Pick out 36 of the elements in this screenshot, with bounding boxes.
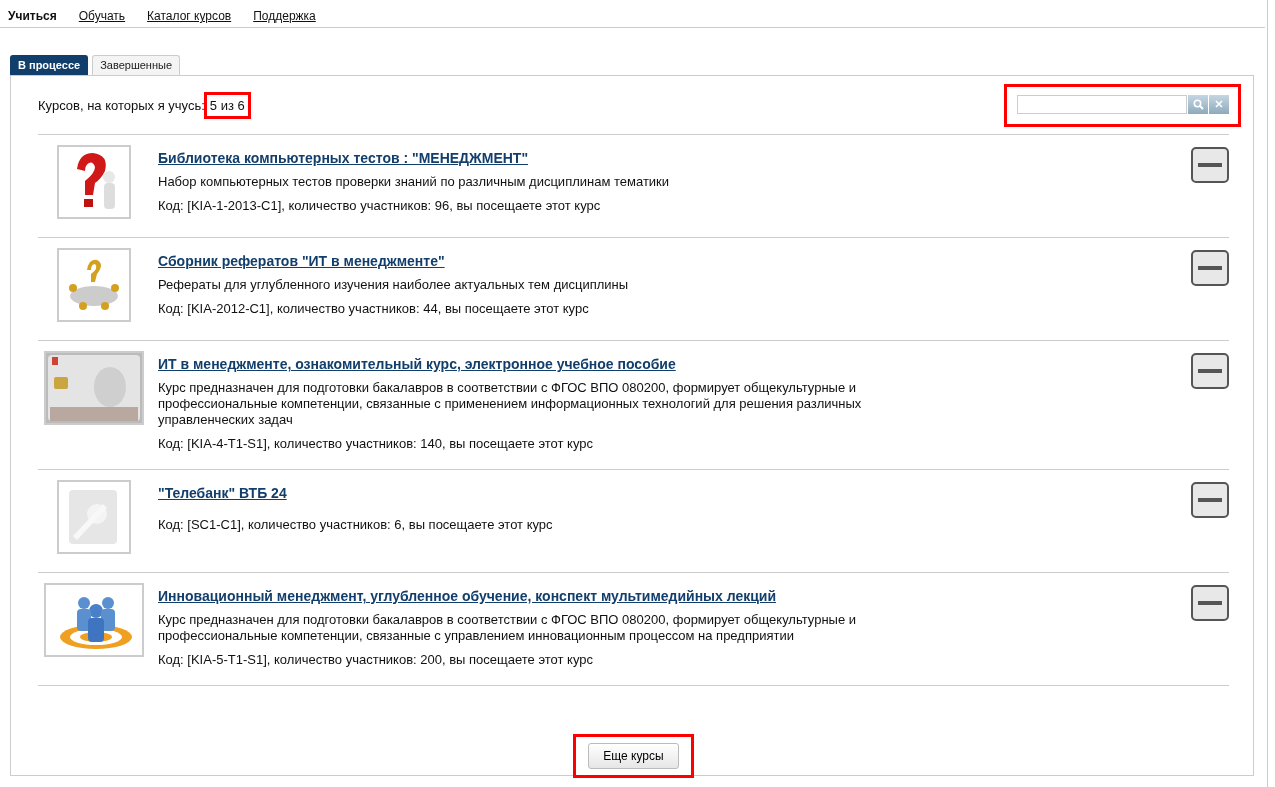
close-icon bbox=[1215, 100, 1223, 108]
course-meta: Код: [KIA-2012-C1], количество участников: 44, вы посещаете этот курс bbox=[158, 301, 590, 316]
minus-icon bbox=[1198, 266, 1222, 270]
search-icon bbox=[1192, 98, 1204, 110]
course-description: Курс предназначен для подготовки бакалавров в соответствии с ФГОС ВПО 080200, формирует общекультурные и профессиональные компетенции, связанные с применением информационных технологий для решения различных управленческих задач bbox=[158, 380, 863, 428]
course-title-link[interactable]: ИТ в менеджменте, ознакомительный курс, электронное учебное пособие bbox=[158, 356, 676, 372]
tab[interactable]: В процессе bbox=[10, 55, 89, 75]
unenroll-button[interactable] bbox=[1191, 147, 1229, 183]
course-title-link[interactable]: Инновационный менеджмент, углубленное обучение, конспект мультимедийных лекций bbox=[158, 588, 777, 604]
course-meta: Код: [KIA-4-T1-S1], количество участников: 140, вы посещаете этот курс bbox=[158, 436, 595, 451]
course-meta: Код: [KIA-1-2013-C1], количество участников: 96, вы посещаете этот курс bbox=[158, 198, 602, 213]
course-description: Рефераты для углубленного изучения наиболее актуальных тем дисциплины bbox=[158, 277, 630, 293]
search-field[interactable] bbox=[1017, 94, 1187, 114]
tab[interactable]: Завершенные bbox=[92, 55, 180, 75]
minus-icon bbox=[1198, 163, 1222, 167]
nav-link[interactable]: Учиться bbox=[8, 9, 57, 23]
course-description: Курс предназначен для подготовки бакалавров в соответствии с ФГОС ВПО 080200, формирует общекультурные и профессиональные компетенции, связанные с управлением инновационным процессом на предприятии bbox=[158, 612, 857, 644]
nav-link[interactable]: Каталог курсов bbox=[147, 9, 232, 23]
nav-link[interactable]: Поддержка bbox=[253, 9, 316, 23]
course-title-link[interactable]: "Телебанк" ВТБ 24 bbox=[158, 485, 287, 501]
unenroll-button[interactable] bbox=[1191, 482, 1229, 518]
more-courses-button[interactable]: Еще курсы bbox=[588, 743, 679, 769]
course-title-link[interactable]: Библиотека компьютерных тестов : "МЕНЕДЖМЕНТ" bbox=[158, 150, 529, 166]
course-count-label: Курсов, на которых я учусь: bbox=[38, 97, 205, 113]
course-count: 5 из 6 bbox=[203, 91, 251, 119]
course-meta: Код: [SC1-C1], количество участников: 6, вы посещаете этот курс bbox=[158, 517, 554, 532]
course-title-link[interactable]: Сборник рефератов "ИТ в менеджменте" bbox=[158, 253, 445, 269]
course-description: Набор компьютерных тестов проверки знаний по различным дисциплинам тематики bbox=[158, 174, 671, 190]
unenroll-button[interactable] bbox=[1191, 353, 1229, 389]
course-meta: Код: [KIA-5-T1-S1], количество участников: 200, вы посещаете этот курс bbox=[158, 652, 595, 667]
minus-icon bbox=[1198, 498, 1222, 502]
nav-link[interactable]: Обучать bbox=[78, 9, 126, 23]
minus-icon bbox=[1198, 369, 1222, 373]
unenroll-button[interactable] bbox=[1191, 250, 1229, 286]
minus-icon bbox=[1198, 601, 1222, 605]
unenroll-button[interactable] bbox=[1191, 585, 1229, 621]
